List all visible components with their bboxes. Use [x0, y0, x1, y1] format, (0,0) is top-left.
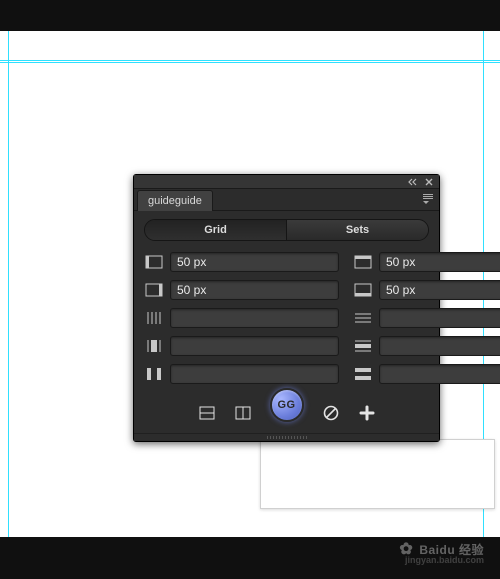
row-height-input[interactable]: [379, 336, 500, 356]
margin-bottom-input[interactable]: [379, 280, 500, 300]
watermark: ✿ Baidu 经验 jingyan.baidu.com: [399, 539, 484, 559]
row-gutter-input[interactable]: [379, 364, 500, 384]
margin-left-icon: [144, 253, 164, 271]
column-gutter-input[interactable]: [170, 364, 339, 384]
columns-input[interactable]: [170, 308, 339, 328]
rows-icon: [353, 309, 373, 327]
panel-titlebar[interactable]: [134, 175, 439, 189]
panel-menu-icon[interactable]: [419, 193, 433, 205]
margin-bottom-icon: [353, 281, 373, 299]
midpoint-vertical-button[interactable]: [234, 404, 252, 422]
panel-tab-guideguide[interactable]: guideguide: [137, 190, 213, 211]
grid-fields: [134, 245, 439, 393]
guide-vertical-left[interactable]: [8, 31, 9, 537]
column-width-input[interactable]: [170, 336, 339, 356]
margin-left-input[interactable]: [170, 252, 339, 272]
margin-top-icon: [353, 253, 373, 271]
panel-action-bar: GG: [134, 393, 439, 433]
apply-gg-button[interactable]: GG: [270, 388, 304, 422]
mode-tab-grid[interactable]: Grid: [145, 220, 286, 240]
column-width-icon: [144, 337, 164, 355]
mode-tab-sets[interactable]: Sets: [286, 220, 428, 240]
row-height-icon: [353, 337, 373, 355]
floating-popup: [260, 439, 495, 509]
guideguide-panel: guideguide Grid Sets: [133, 174, 440, 442]
margin-right-icon: [144, 281, 164, 299]
row-gutter-icon: [353, 365, 373, 383]
add-button[interactable]: [358, 404, 376, 422]
mode-segmented-control: Grid Sets: [144, 219, 429, 241]
midpoint-horizontal-button[interactable]: [198, 404, 216, 422]
clear-button[interactable]: [322, 404, 340, 422]
close-icon[interactable]: [424, 177, 434, 187]
column-gutter-icon: [144, 365, 164, 383]
rows-input[interactable]: [379, 308, 500, 328]
panel-tab-row: guideguide: [134, 189, 439, 211]
margin-top-input[interactable]: [379, 252, 500, 272]
app-header-bar: [0, 0, 500, 31]
margin-right-input[interactable]: [170, 280, 339, 300]
panel-resize-grip[interactable]: [134, 433, 439, 441]
watermark-subtext: jingyan.baidu.com: [405, 555, 484, 565]
guide-horizontal-2[interactable]: [0, 62, 500, 63]
collapse-icon[interactable]: [408, 177, 418, 187]
guide-horizontal-1[interactable]: [0, 60, 500, 61]
columns-icon: [144, 309, 164, 327]
app-footer-bar: ✿ Baidu 经验 jingyan.baidu.com: [0, 537, 500, 579]
